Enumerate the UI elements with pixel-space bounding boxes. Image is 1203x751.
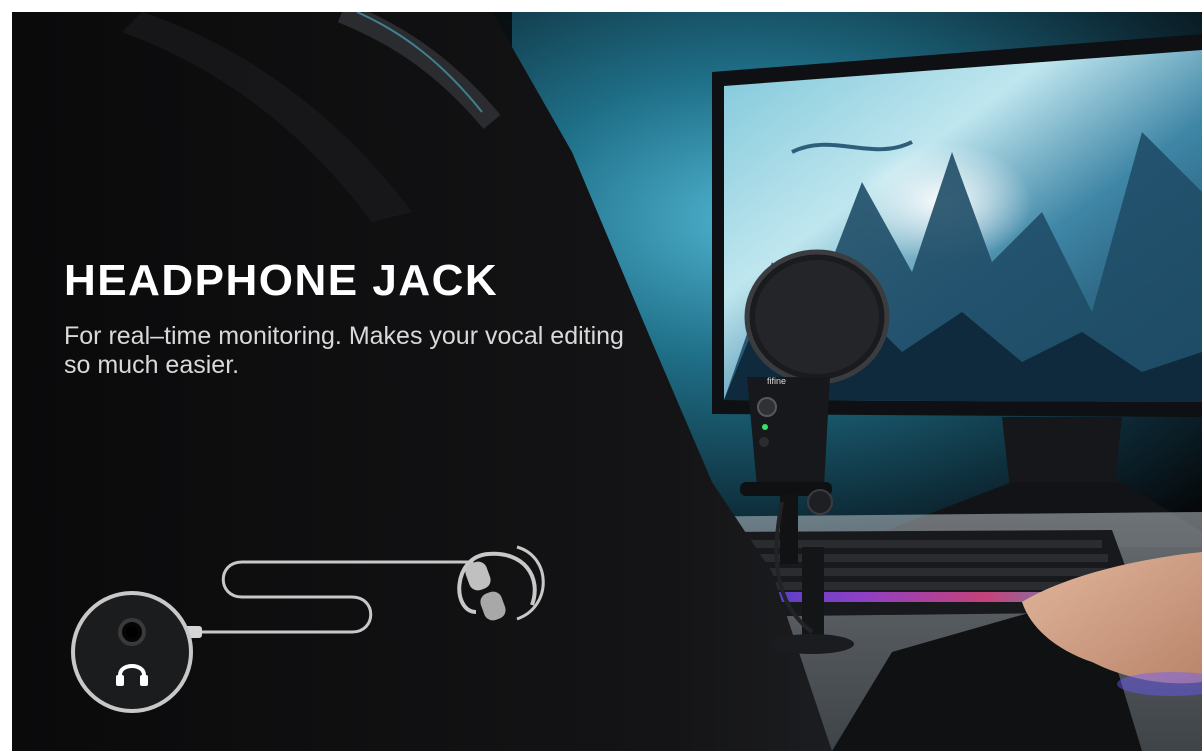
audio-cable-icon [198, 560, 474, 634]
headphone-jack-icon [71, 591, 193, 713]
headphones-icon [457, 545, 545, 621]
banner-title: HEADPHONE JACK [64, 256, 499, 305]
banner-subtitle: For real–time monitoring. Makes your voc… [64, 322, 624, 379]
headphone-jack-illustration [71, 545, 545, 713]
mic-brand-mark: fifine [767, 376, 786, 386]
product-banner: fifine HEADPHONE JACK For real–time moni… [12, 12, 1202, 751]
